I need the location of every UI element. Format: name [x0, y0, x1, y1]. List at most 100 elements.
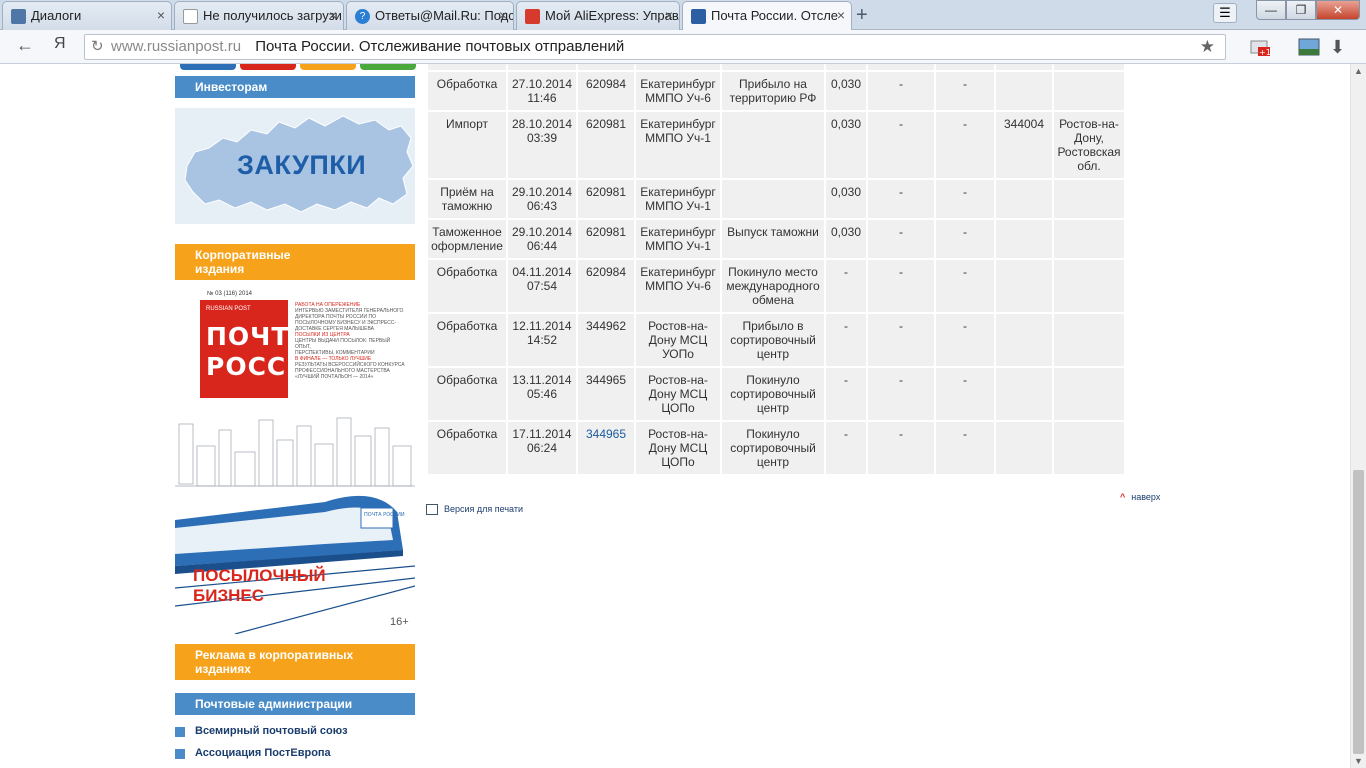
close-icon[interactable]: × [157, 7, 165, 23]
tab-title: Диалоги [31, 8, 82, 23]
age-rating: 16+ [390, 616, 409, 628]
table-row: Обработка 04.11.2014 07:54 620984 Екатеринб… [428, 260, 1124, 312]
page-scrollbar[interactable]: ▲ ▼ [1350, 64, 1366, 768]
investors-link[interactable]: Инвесторам [175, 76, 415, 98]
page-content: Инвесторам ЗАКУПКИ Корпоративные издания… [0, 64, 1350, 768]
top-button-red[interactable] [240, 64, 296, 70]
weight-cell: - [826, 368, 866, 420]
aliexpress-icon [525, 9, 540, 24]
table-row: Обработка 13.11.2014 05:46 344965 Ростов-на… [428, 368, 1124, 420]
date-cell: 12.11.2014 14:52 [508, 314, 576, 366]
scroll-down-icon[interactable]: ▼ [1354, 756, 1363, 766]
recipient-index-cell [996, 314, 1052, 366]
magazine-line: «ЛУЧШИЙ ПОЧТАЛЬОН — 2014» [295, 374, 374, 380]
scroll-up-icon[interactable]: ▲ [1354, 66, 1363, 76]
ads-line: изданиях [195, 662, 251, 676]
place-cell: Екатеринбург ММПО Уч-6 [636, 72, 720, 110]
print-version-link[interactable]: Версия для печати [426, 504, 524, 516]
tab-dialogs[interactable]: Диалоги × [2, 1, 172, 30]
date-cell: 04.11.2014 07:54 [508, 260, 576, 312]
parcel-business-banner[interactable]: ПОЧТА РОССИИ ПОСЫЛОЧНЫЙ БИЗНЕС 16+ [175, 416, 415, 634]
tracking-table-body: Обработка 27.10.2014 11:46 620984 Екатеринб… [428, 64, 1124, 474]
new-tab-button[interactable]: + [856, 4, 868, 27]
recipient-index-cell [996, 180, 1052, 218]
operation-cell: Таможенное оформление [428, 220, 506, 258]
recipient-place-cell [1054, 314, 1124, 366]
address-bar[interactable]: ↻ www.russianpost.ru Почта России. Отсле… [84, 34, 1226, 60]
vk-icon [11, 9, 26, 24]
top-button-green[interactable] [360, 64, 416, 70]
top-button-orange[interactable] [300, 64, 356, 70]
place-cell: Екатеринбург ММПО Уч-6 [636, 260, 720, 312]
postal-admin-header: Почтовые администрации [175, 693, 415, 715]
yandex-button[interactable]: Я [54, 35, 66, 53]
recipient-index-cell: 344004 [996, 112, 1052, 178]
reload-icon[interactable]: ↻ [91, 35, 104, 59]
index-link[interactable]: 344965 [586, 427, 626, 441]
operation-cell: Обработка [428, 368, 506, 420]
magazine-brand: RUSSIAN POST [206, 306, 251, 312]
window-controls: — ❐ ✕ [1256, 0, 1360, 20]
declared-value-cell: - [868, 72, 934, 110]
address-host: www.russianpost.ru [111, 38, 242, 55]
close-icon[interactable]: × [499, 7, 507, 23]
date-cell: 29.10.2014 06:44 [508, 220, 576, 258]
date-cell: 27.10.2014 11:46 [508, 72, 576, 110]
posteurop-link[interactable]: Ассоциация ПостЕвропа [175, 742, 415, 764]
upu-link[interactable]: Всемирный почтовый союз [175, 720, 415, 742]
mail-notifier-icon[interactable]: +1 [1248, 37, 1271, 57]
zakupki-banner[interactable]: ЗАКУПКИ [175, 108, 415, 224]
tab-error-page[interactable]: Не получилось загрузи × [174, 1, 344, 30]
magazine-line: ЦЕНТРЫ ВЫДАЧИ ПОСЫЛОК: ПЕРВЫЙ ОПЫТ, [295, 338, 391, 350]
to-top-link[interactable]: ^ наверх [1120, 492, 1160, 502]
image-extension-icon[interactable] [1298, 37, 1320, 57]
cod-cell: - [936, 112, 994, 178]
cod-cell: - [936, 72, 994, 110]
tracking-table: Обработка 27.10.2014 11:46 620984 Екатеринб… [426, 64, 1126, 476]
index-cell: 344962 [578, 314, 634, 366]
browser-toolbar: ← Я ↻ www.russianpost.ru Почта России. О… [0, 30, 1366, 64]
close-window-button[interactable]: ✕ [1316, 0, 1360, 20]
back-button[interactable]: ← [16, 35, 34, 56]
menu-icon[interactable]: ☰ [1213, 3, 1237, 23]
tab-aliexpress[interactable]: Мой AliExpress: Управл × [516, 1, 680, 30]
minimize-button[interactable]: — [1256, 0, 1286, 20]
cod-cell: - [936, 220, 994, 258]
declared-value-cell: - [868, 260, 934, 312]
close-icon[interactable]: × [837, 7, 845, 23]
magazine-cover[interactable]: № 03 (116) 2014 RUSSIAN POST ПОЧТА РОССИИ… [175, 280, 415, 408]
top-button-blue[interactable] [180, 64, 236, 70]
maximize-button[interactable]: ❐ [1286, 0, 1316, 20]
index-cell: 344965 [578, 422, 634, 474]
table-row-partial [428, 64, 1124, 70]
svg-text:+1: +1 [1259, 48, 1270, 57]
tab-russianpost[interactable]: Почта России. Отсле × [682, 1, 852, 31]
attribute-cell: Покинуло сортировочный центр [722, 422, 824, 474]
cod-cell: - [936, 260, 994, 312]
place-cell: Ростов-на-Дону МСЦ ЦОПо [636, 422, 720, 474]
attribute-cell: Выпуск таможни [722, 220, 824, 258]
operation-cell: Обработка [428, 72, 506, 110]
date-cell: 13.11.2014 05:46 [508, 368, 576, 420]
download-icon[interactable]: ⬇ [1330, 37, 1352, 57]
tab-mail-answers[interactable]: ? Ответы@Mail.Ru: Подс × [346, 1, 514, 30]
recipient-place-cell [1054, 180, 1124, 218]
recipient-place-cell [1054, 220, 1124, 258]
weight-cell: 0,030 [826, 112, 866, 178]
tab-strip: Диалоги × Не получилось загрузи × ? Отве… [0, 0, 1366, 31]
bookmark-star-icon[interactable]: ★ [1200, 35, 1215, 59]
date-cell: 28.10.2014 03:39 [508, 112, 576, 178]
corporate-editions-header[interactable]: Корпоративные издания [175, 244, 415, 280]
attribute-cell: Прибыло в сортировочный центр [722, 314, 824, 366]
address-page-title: Почта России. Отслеживание почтовых отпр… [255, 38, 625, 55]
corporate-editions-line: Корпоративные [195, 248, 291, 262]
cod-cell: - [936, 314, 994, 366]
parcel-business-line: ПОСЫЛОЧНЫЙ [193, 566, 326, 585]
close-icon[interactable]: × [665, 7, 673, 23]
ads-in-editions-header[interactable]: Реклама в корпоративных изданиях [175, 644, 415, 680]
print-version-label: Версия для печати [444, 504, 524, 514]
scrollbar-thumb[interactable] [1353, 470, 1364, 754]
operation-cell: Приём на таможню [428, 180, 506, 218]
close-icon[interactable]: × [329, 7, 337, 23]
tab-title: Не получилось загрузи [203, 8, 342, 23]
